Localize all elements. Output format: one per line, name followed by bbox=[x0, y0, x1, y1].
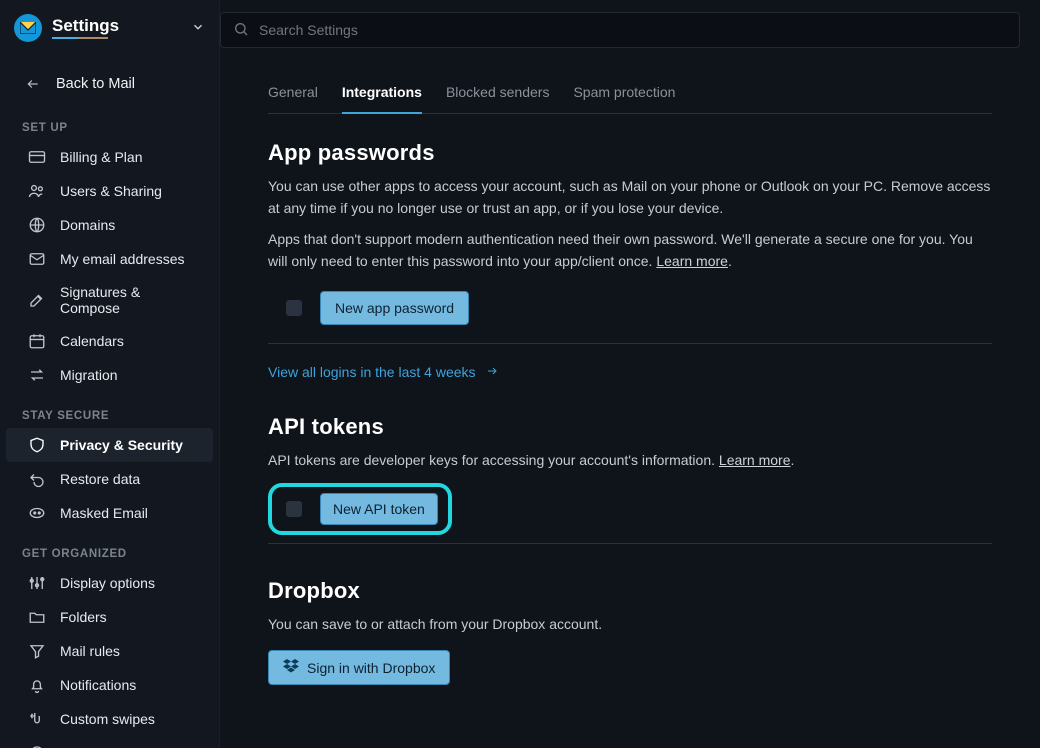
back-to-mail-link[interactable]: Back to Mail bbox=[0, 52, 219, 114]
learn-more-link-api[interactable]: Learn more bbox=[719, 452, 791, 468]
sidebar-item-label: Custom swipes bbox=[60, 711, 155, 727]
sidebar-item-label: Privacy & Security bbox=[60, 437, 183, 453]
sidebar-item-users[interactable]: Users & Sharing bbox=[6, 174, 213, 208]
sidebar-item-privacy[interactable]: Privacy & Security bbox=[6, 428, 213, 462]
sidebar-item-label: Migration bbox=[60, 367, 118, 383]
sidebar-item-label: Masked Email bbox=[60, 505, 148, 521]
sidebar-item-folders[interactable]: Folders bbox=[6, 600, 213, 634]
highlighted-control: New API token bbox=[268, 483, 452, 535]
dropbox-button-label: Sign in with Dropbox bbox=[307, 660, 435, 676]
shield-icon bbox=[28, 436, 46, 454]
tabs: General Integrations Blocked senders Spa… bbox=[268, 74, 992, 114]
new-api-token-button[interactable]: New API token bbox=[320, 493, 438, 525]
dropbox-icon bbox=[283, 659, 299, 676]
select-all-checkbox-api[interactable] bbox=[286, 501, 302, 517]
section-label-setup: SET UP bbox=[0, 114, 219, 140]
calendar-icon bbox=[28, 332, 46, 350]
swipe-icon bbox=[28, 710, 46, 728]
section-label-secure: STAY SECURE bbox=[0, 402, 219, 428]
new-app-password-button[interactable]: New app password bbox=[320, 291, 469, 325]
section-label-organized: GET ORGANIZED bbox=[0, 540, 219, 566]
transfer-icon bbox=[28, 366, 46, 384]
app-passwords-action-row: New app password bbox=[268, 291, 992, 344]
globe-icon bbox=[28, 216, 46, 234]
sidebar-item-display[interactable]: Display options bbox=[6, 566, 213, 600]
api-tokens-desc: API tokens are developer keys for access… bbox=[268, 450, 992, 472]
back-label: Back to Mail bbox=[56, 76, 135, 92]
search-input[interactable] bbox=[259, 22, 1007, 38]
sidebar-item-label: Signatures & Compose bbox=[60, 284, 199, 316]
bell-icon bbox=[28, 676, 46, 694]
users-icon bbox=[28, 182, 46, 200]
chevron-down-icon[interactable] bbox=[191, 20, 205, 37]
sidebar-item-vacation[interactable]: Vacation response bbox=[6, 736, 213, 748]
sidebar-item-rules[interactable]: Mail rules bbox=[6, 634, 213, 668]
divider bbox=[268, 543, 992, 544]
sidebar-item-label: Mail rules bbox=[60, 643, 120, 659]
view-logins-link[interactable]: View all logins in the last 4 weeks bbox=[268, 364, 500, 380]
sidebar-item-label: Folders bbox=[60, 609, 107, 625]
page-title: Settings bbox=[52, 17, 119, 36]
umbrella-icon bbox=[28, 744, 46, 748]
main-content: General Integrations Blocked senders Spa… bbox=[220, 0, 1040, 748]
arrow-left-icon bbox=[24, 77, 42, 91]
arrow-right-icon bbox=[484, 364, 500, 380]
sidebar-item-signatures[interactable]: Signatures & Compose bbox=[6, 276, 213, 324]
sidebar: Settings Back to Mail SET UP Billing & P… bbox=[0, 0, 220, 748]
sidebar-item-domains[interactable]: Domains bbox=[6, 208, 213, 242]
sidebar-item-label: Calendars bbox=[60, 333, 124, 349]
tab-spam[interactable]: Spam protection bbox=[573, 74, 675, 113]
sidebar-item-restore[interactable]: Restore data bbox=[6, 462, 213, 496]
sidebar-item-addresses[interactable]: My email addresses bbox=[6, 242, 213, 276]
sidebar-item-label: Billing & Plan bbox=[60, 149, 143, 165]
sidebar-item-notifications[interactable]: Notifications bbox=[6, 668, 213, 702]
app-passwords-desc-2: Apps that don't support modern authentic… bbox=[268, 229, 992, 272]
app-logo-icon bbox=[14, 14, 42, 42]
tab-general[interactable]: General bbox=[268, 74, 318, 113]
search-icon bbox=[233, 21, 249, 40]
brand-title-wrap: Settings bbox=[52, 17, 119, 40]
sidebar-item-label: Users & Sharing bbox=[60, 183, 162, 199]
sidebar-item-label: My email addresses bbox=[60, 251, 185, 267]
sidebar-item-calendars[interactable]: Calendars bbox=[6, 324, 213, 358]
tab-blocked[interactable]: Blocked senders bbox=[446, 74, 550, 113]
folder-icon bbox=[28, 608, 46, 626]
api-token-action-wrap: New API token bbox=[268, 483, 992, 535]
sidebar-item-label: Restore data bbox=[60, 471, 140, 487]
mask-icon bbox=[28, 504, 46, 522]
app-passwords-desc-1: You can use other apps to access your ac… bbox=[268, 176, 992, 219]
app-passwords-desc-2-text: Apps that don't support modern authentic… bbox=[268, 231, 973, 269]
section-title-api-tokens: API tokens bbox=[268, 414, 992, 440]
undo-icon bbox=[28, 470, 46, 488]
sidebar-item-masked[interactable]: Masked Email bbox=[6, 496, 213, 530]
brand-underline bbox=[52, 37, 108, 39]
mail-icon bbox=[28, 250, 46, 268]
search-wrap[interactable] bbox=[220, 12, 1020, 48]
sidebar-item-label: Display options bbox=[60, 575, 155, 591]
sidebar-item-label: Domains bbox=[60, 217, 115, 233]
sidebar-item-migration[interactable]: Migration bbox=[6, 358, 213, 392]
sidebar-item-swipes[interactable]: Custom swipes bbox=[6, 702, 213, 736]
section-title-app-passwords: App passwords bbox=[268, 140, 992, 166]
compose-icon bbox=[28, 291, 46, 309]
card-icon bbox=[28, 148, 46, 166]
select-all-checkbox[interactable] bbox=[286, 300, 302, 316]
sign-in-dropbox-button[interactable]: Sign in with Dropbox bbox=[268, 650, 450, 685]
brand-row: Settings bbox=[0, 10, 219, 52]
view-logins-label: View all logins in the last 4 weeks bbox=[268, 364, 476, 380]
api-tokens-desc-text: API tokens are developer keys for access… bbox=[268, 452, 719, 468]
sidebar-item-billing[interactable]: Billing & Plan bbox=[6, 140, 213, 174]
section-title-dropbox: Dropbox bbox=[268, 578, 992, 604]
learn-more-link[interactable]: Learn more bbox=[656, 253, 728, 269]
search-row bbox=[220, 0, 1040, 48]
sliders-icon bbox=[28, 574, 46, 592]
dropbox-desc: You can save to or attach from your Drop… bbox=[268, 614, 992, 636]
sidebar-item-label: Notifications bbox=[60, 677, 136, 693]
tab-integrations[interactable]: Integrations bbox=[342, 74, 422, 114]
filter-icon bbox=[28, 642, 46, 660]
